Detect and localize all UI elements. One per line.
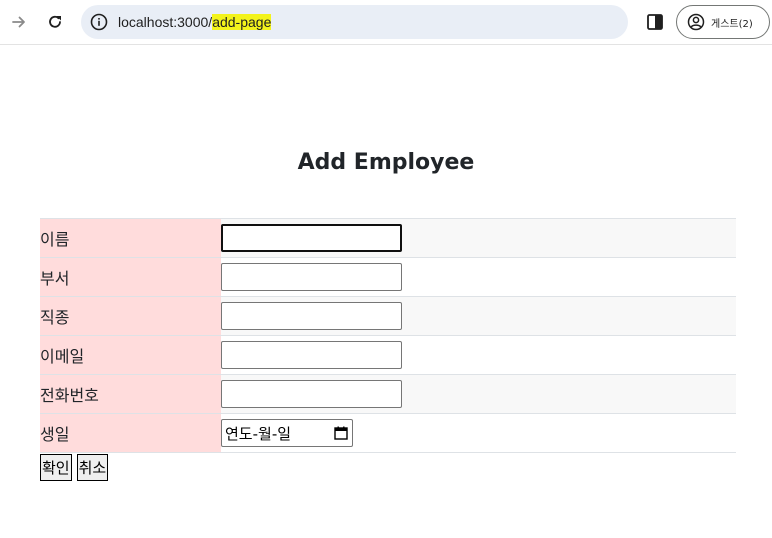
date-placeholder: 연도-월-일: [225, 424, 292, 443]
info-icon[interactable]: [90, 13, 108, 31]
form-row-birthday: 생일 연도-월-일: [40, 413, 736, 453]
form-actions: 확인 취소: [40, 454, 109, 481]
department-input[interactable]: [221, 263, 402, 291]
calendar-icon[interactable]: [334, 426, 348, 440]
name-input[interactable]: [221, 224, 402, 252]
reload-button[interactable]: [41, 8, 69, 36]
browser-toolbar: localhost:3000/add-page 게스트(2): [0, 0, 772, 45]
email-input[interactable]: [221, 341, 402, 369]
field-label-department: 부서: [40, 257, 221, 297]
forward-arrow-icon: [12, 16, 25, 28]
side-panel-icon[interactable]: [644, 11, 666, 33]
url-path: add-page: [212, 14, 272, 30]
field-label-email: 이메일: [40, 335, 221, 375]
form-row-email: 이메일: [40, 335, 736, 375]
forward-button[interactable]: [5, 8, 33, 36]
field-label-birthday: 생일: [40, 413, 221, 453]
phone-input[interactable]: [221, 380, 402, 408]
profile-icon: [687, 13, 705, 31]
form-row-department: 부서: [40, 257, 736, 297]
job-input[interactable]: [221, 302, 402, 330]
address-bar[interactable]: localhost:3000/add-page: [81, 5, 628, 39]
profile-label: 게스트(2): [711, 18, 753, 30]
form-row-name: 이름: [40, 218, 736, 258]
birthday-date-input[interactable]: 연도-월-일: [221, 419, 353, 447]
url-text: localhost:3000/add-page: [118, 13, 272, 31]
form-row-phone: 전화번호: [40, 374, 736, 414]
field-label-phone: 전화번호: [40, 374, 221, 414]
reload-icon: [49, 15, 61, 28]
field-label-name: 이름: [40, 218, 221, 258]
profile-button[interactable]: 게스트(2): [676, 5, 770, 39]
confirm-button[interactable]: 확인: [40, 454, 72, 481]
form-row-job: 직종: [40, 296, 736, 336]
employee-form-table: 이름 부서 직종 이메일 전화번호 생일 연도-월-일: [40, 218, 736, 453]
field-label-job: 직종: [40, 296, 221, 336]
url-host: localhost:3000/: [118, 14, 213, 30]
page-title: Add Employee: [297, 150, 475, 175]
cancel-button[interactable]: 취소: [76, 454, 109, 481]
